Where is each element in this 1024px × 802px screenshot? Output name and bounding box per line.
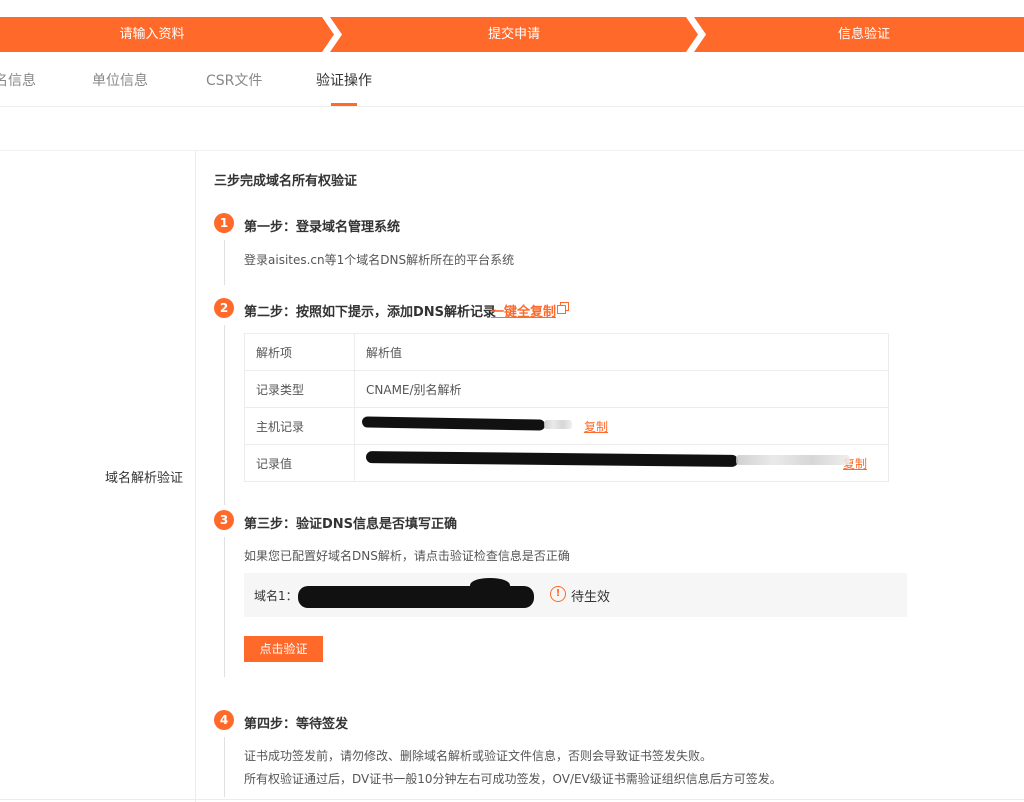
blurred-text — [544, 420, 572, 429]
header-key: 解析项 — [244, 333, 355, 371]
step-2-badge: 2 — [214, 298, 234, 318]
step-1-badge: 1 — [214, 213, 234, 233]
domain-status: 待生效 — [571, 590, 611, 605]
redaction-mark — [470, 578, 510, 592]
table-header-row: 解析项 解析值 — [244, 333, 889, 371]
step-4-title: 第四步：等待签发 — [244, 717, 349, 732]
blurred-text — [736, 455, 850, 465]
step-3-badge: 3 — [214, 510, 234, 530]
stepper-step-1: 请输入资料 — [0, 17, 334, 52]
copy-icon[interactable] — [557, 302, 569, 314]
verify-button[interactable]: 点击验证 — [244, 636, 323, 662]
section-title: 三步完成域名所有权验证 — [214, 174, 358, 189]
header-value: 解析值 — [354, 333, 889, 371]
row-label-dns-verification: 域名解析验证 — [105, 471, 184, 486]
tab-bar: 名信息 单位信息 CSR文件 验证操作 — [0, 52, 1024, 107]
step-3-description: 如果您已配置好域名DNS解析，请点击验证检查信息是否正确 — [244, 549, 570, 563]
record-value-key: 记录值 — [244, 444, 355, 482]
step-1-description: 登录aisites.cn等1个域名DNS解析所在的平台系统 — [244, 253, 515, 267]
stepper-step-3: 信息验证 — [694, 17, 1024, 52]
stepper-step-1-label: 请输入资料 — [119, 27, 185, 42]
column-separator — [195, 150, 196, 802]
copy-host-record-link[interactable]: 复制 — [584, 420, 608, 434]
warning-circle-icon: ! — [550, 586, 566, 602]
stepper-step-2-label: 提交申请 — [487, 27, 540, 42]
step-1-connector — [224, 240, 225, 285]
record-type-key: 记录类型 — [244, 370, 355, 408]
domain-label: 域名1： — [254, 589, 298, 603]
stepper-step-2: 提交申请 — [330, 17, 698, 52]
tab-domain-info[interactable]: 名信息 — [0, 70, 36, 90]
step-4-description-1: 证书成功签发前，请勿修改、删除域名解析或验证文件信息，否则会导致证书签发失败。 — [244, 749, 713, 763]
record-type-value: CNAME/别名解析 — [354, 370, 889, 408]
host-record-key: 主机记录 — [244, 407, 355, 445]
tab-org-info[interactable]: 单位信息 — [92, 70, 148, 90]
step-4-description-2: 所有权验证通过后，DV证书一般10分钟左右可成功签发，OV/EV级证书需验证组织… — [244, 772, 782, 786]
tab-verify-operation[interactable]: 验证操作 — [316, 70, 372, 90]
step-2-title: 第二步：按照如下提示，添加DNS解析记录 — [244, 305, 497, 320]
copy-all-link[interactable]: 一键全复制 — [491, 301, 556, 320]
stepper-step-3-label: 信息验证 — [837, 27, 890, 42]
step-3-title: 第三步：验证DNS信息是否填写正确 — [244, 517, 458, 532]
table-row: 记录类型 CNAME/别名解析 — [244, 370, 889, 408]
step-4-badge: 4 — [214, 710, 234, 730]
active-tab-indicator — [331, 103, 357, 106]
progress-stepper: 请输入资料 提交申请 信息验证 — [0, 17, 1024, 52]
step-3-connector — [224, 537, 225, 677]
bottom-divider — [0, 799, 1024, 800]
tab-csr-file[interactable]: CSR文件 — [206, 70, 262, 90]
step-4-connector — [224, 737, 225, 797]
step-1-title: 第一步：登录域名管理系统 — [244, 220, 401, 235]
step-2-connector — [224, 325, 225, 505]
content-divider — [0, 150, 1024, 151]
